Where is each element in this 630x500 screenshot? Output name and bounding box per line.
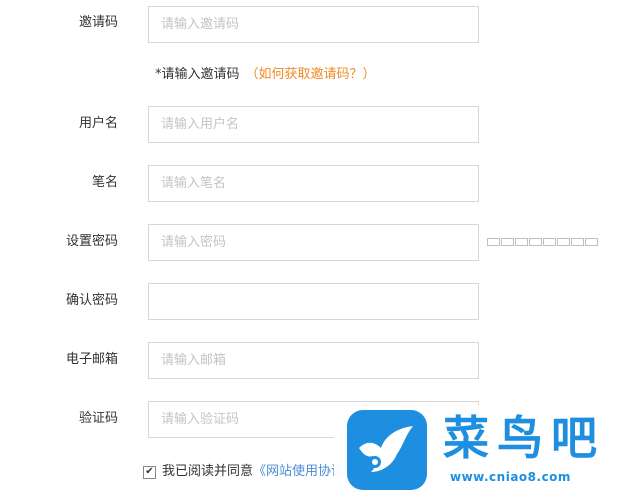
watermark-url: www.cniao8.com xyxy=(450,470,571,484)
strength-segment xyxy=(487,238,500,246)
strength-segment xyxy=(543,238,556,246)
penname-input[interactable] xyxy=(148,165,479,202)
invite-code-hint-text: *请输入邀请码 xyxy=(155,67,240,82)
watermark-brand: 菜鸟吧 xyxy=(443,411,605,465)
penname-label: 笔名 xyxy=(91,175,118,190)
agree-checkbox[interactable]: ✔ xyxy=(143,465,156,479)
strength-segment xyxy=(585,238,598,246)
confirm-password-label: 确认密码 xyxy=(65,293,118,308)
strength-segment xyxy=(529,238,542,246)
captcha-label: 验证码 xyxy=(78,411,118,426)
password-strength-meter xyxy=(487,238,598,246)
strength-segment xyxy=(557,238,570,246)
password-input[interactable] xyxy=(148,224,479,261)
email-input[interactable] xyxy=(148,342,479,379)
password-label: 设置密码 xyxy=(65,234,118,249)
email-label: 电子邮箱 xyxy=(65,352,118,367)
agreement-row: ✔ 我已阅读并同意 《网站使用协议》 xyxy=(143,463,357,481)
invite-code-input[interactable] xyxy=(148,6,479,43)
strength-segment xyxy=(501,238,514,246)
confirm-password-input[interactable] xyxy=(148,283,479,320)
invite-code-hint: *请输入邀请码 （如何获取邀请码？） xyxy=(155,66,376,84)
how-to-get-invite-link[interactable]: （如何获取邀请码？） xyxy=(246,67,376,82)
bird-logo-icon xyxy=(347,410,427,490)
agree-text: 我已阅读并同意 xyxy=(162,464,254,479)
username-label: 用户名 xyxy=(78,116,118,131)
invite-code-label: 邀请码 xyxy=(78,15,118,30)
strength-segment xyxy=(515,238,528,246)
username-input[interactable] xyxy=(148,106,479,143)
strength-segment xyxy=(571,238,584,246)
